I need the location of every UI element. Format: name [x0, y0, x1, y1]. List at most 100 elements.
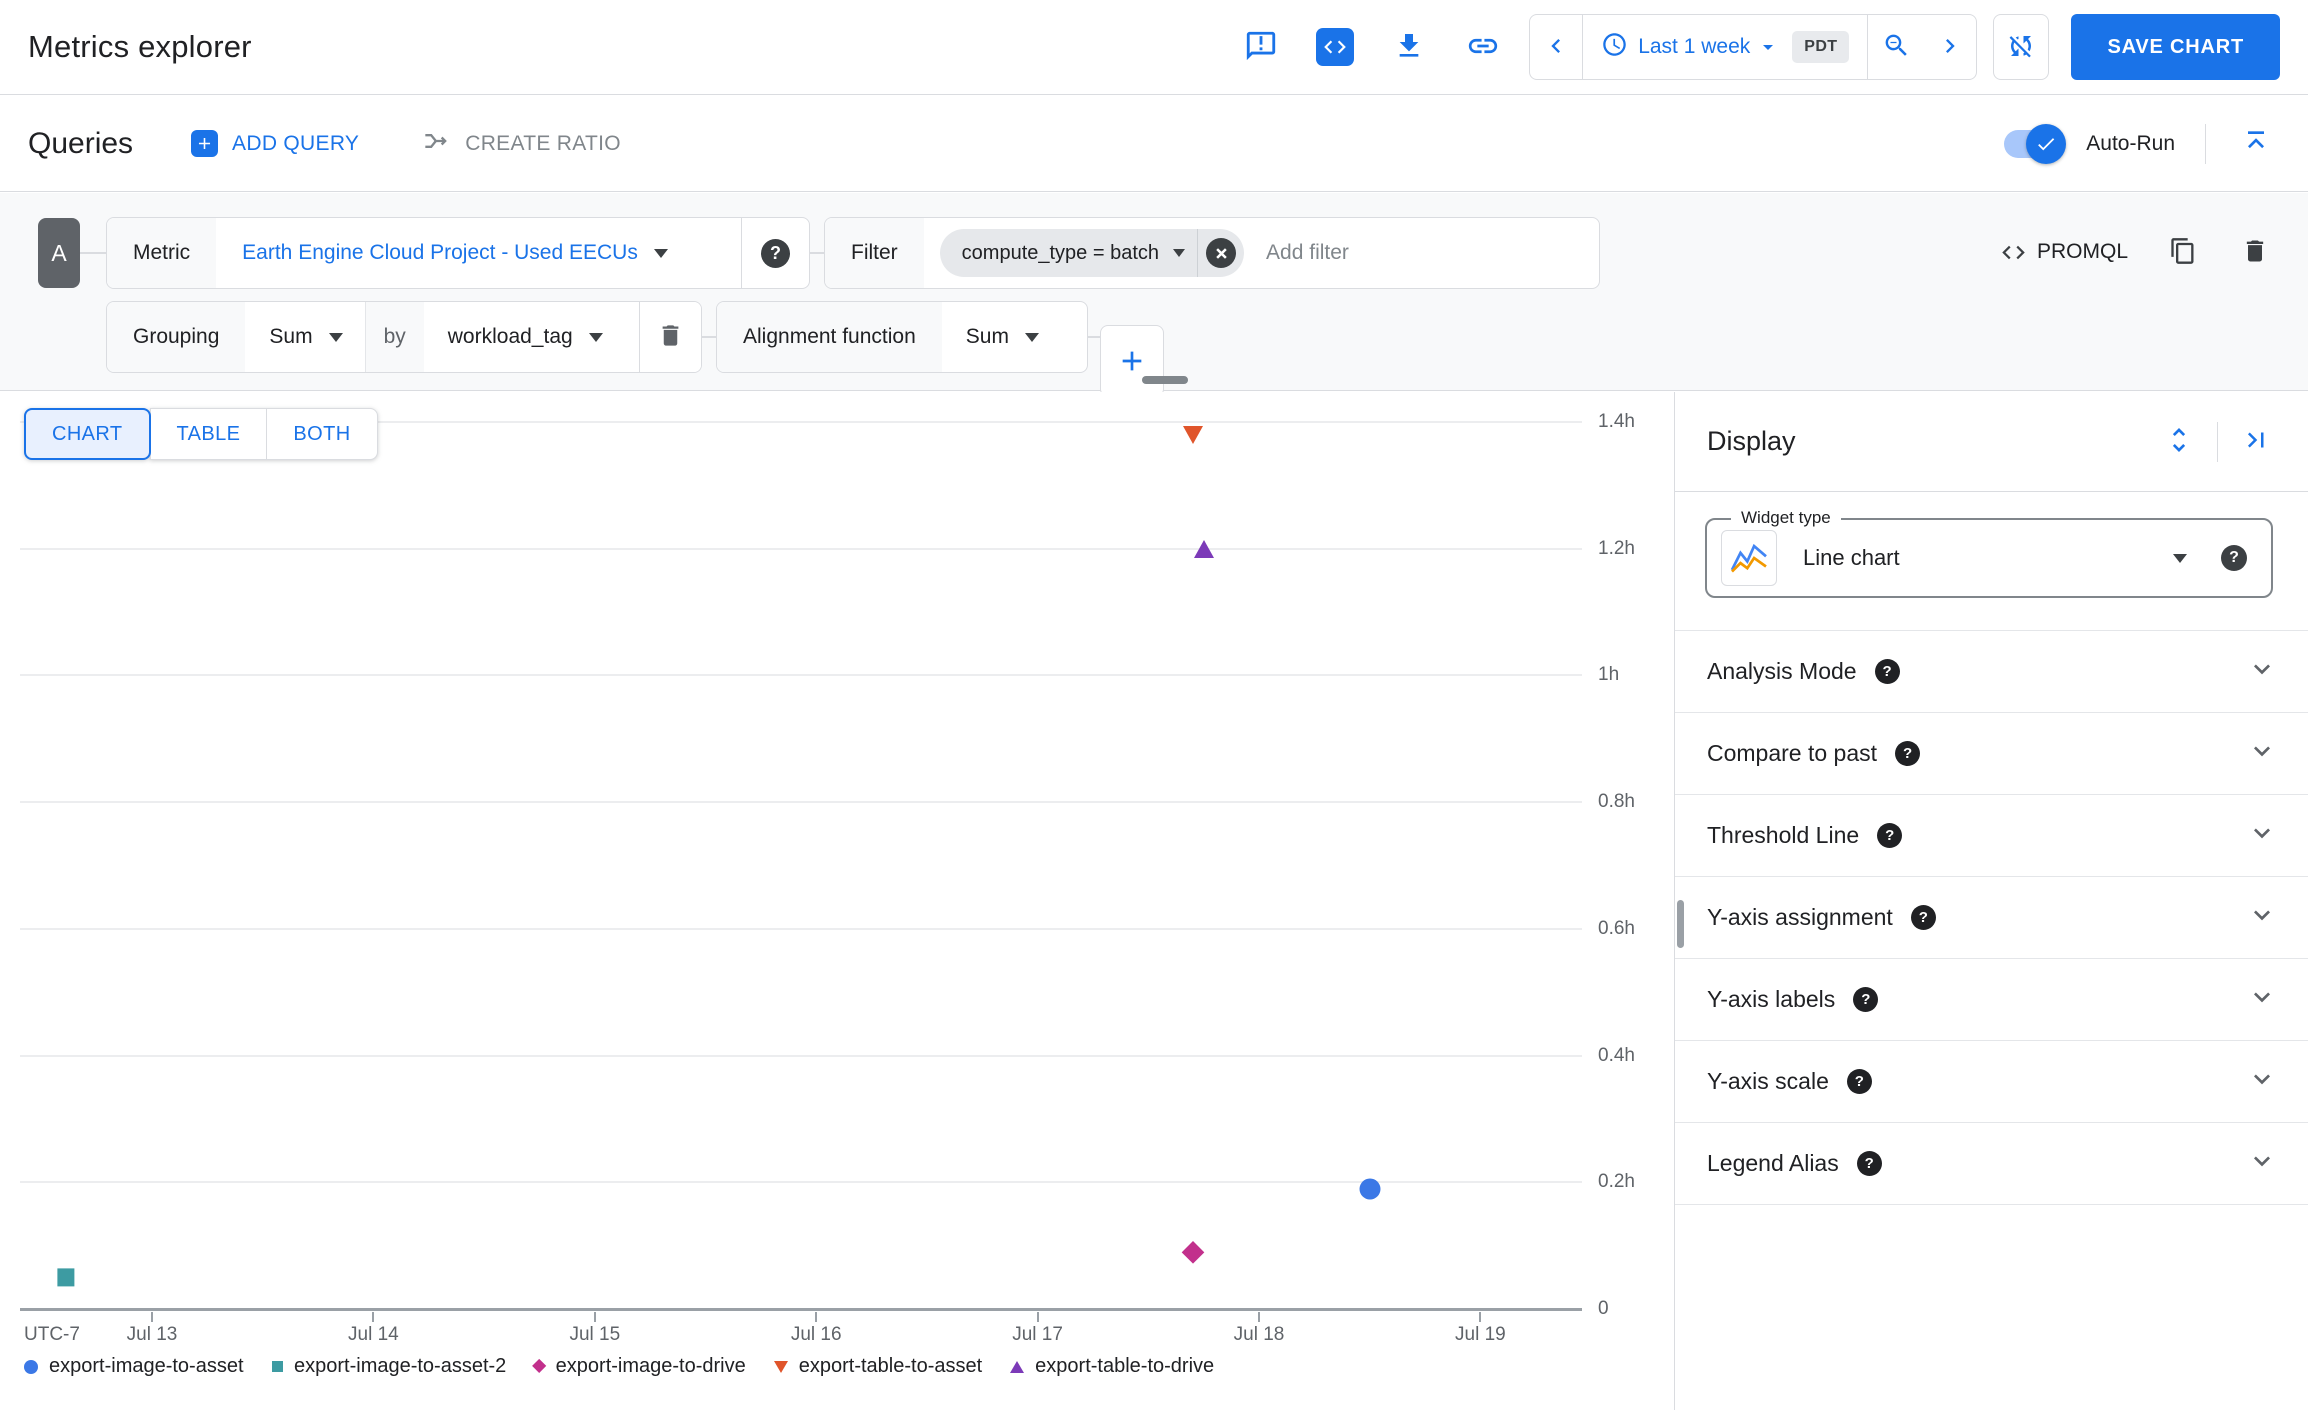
- expand-all-button[interactable]: [2159, 422, 2199, 462]
- auto-run-toggle[interactable]: [2004, 123, 2067, 164]
- save-chart-button[interactable]: SAVE CHART: [2071, 14, 2280, 80]
- legend-label: export-table-to-asset: [798, 1355, 983, 1377]
- chevron-down-icon: [2246, 653, 2278, 690]
- legend-label: export-image-to-asset-2: [294, 1355, 507, 1377]
- x-axis-tick-label: Jul 18: [1233, 1324, 1285, 1345]
- legend-item-export-image-to-drive[interactable]: export-image-to-drive: [532, 1355, 746, 1378]
- add-filter-input[interactable]: [1266, 241, 1599, 265]
- panel-section-compare-to-past[interactable]: Compare to past?: [1675, 712, 2308, 794]
- remove-grouping-button[interactable]: [639, 302, 701, 372]
- time-forward-button[interactable]: [1924, 23, 1976, 71]
- help-icon[interactable]: ?: [1856, 1151, 1882, 1176]
- panel-section-threshold-line[interactable]: Threshold Line?: [1675, 794, 2308, 876]
- view-tab-both[interactable]: BOTH: [266, 408, 378, 460]
- chevron-right-icon: [1936, 32, 1964, 63]
- help-icon[interactable]: ?: [1895, 741, 1921, 766]
- data-point-export-table-to-drive[interactable]: [1193, 539, 1214, 558]
- x-axis-tick: [1036, 1312, 1039, 1322]
- metrics-explorer-app: Metrics explorer Last 1 week PDT SAVE CH…: [0, 0, 2308, 1410]
- panel-section-y-axis-scale[interactable]: Y-axis scale?: [1675, 1040, 2308, 1122]
- queries-bar-right: Auto-Run: [2004, 120, 2280, 168]
- gridline: [20, 801, 1582, 804]
- auto-run-label: Auto-Run: [2086, 131, 2175, 155]
- grouping-field: Grouping Sum by workload_tag: [106, 301, 702, 373]
- display-panel-header-icons: [2159, 421, 2276, 462]
- auto-refresh-off-button[interactable]: [1993, 14, 2050, 80]
- zoom-out-icon: [1882, 31, 1911, 63]
- chart-area: CHART TABLE BOTH 1.4h 1.2h 1h 0.8h 0.6h 0.4h 0.2…: [0, 392, 1674, 1410]
- connector-line: [702, 336, 716, 338]
- grouping-value-dropdown[interactable]: Sum: [269, 325, 312, 349]
- legend-item-export-image-to-asset-2[interactable]: export-image-to-asset-2: [271, 1355, 507, 1378]
- panel-section-label: Y-axis labels: [1707, 986, 1836, 1012]
- time-range-dropdown[interactable]: Last 1 week PDT: [1583, 15, 1867, 79]
- close-icon: [1215, 247, 1227, 259]
- help-icon[interactable]: ?: [2221, 545, 2247, 571]
- chevron-down-icon: [2246, 735, 2278, 772]
- metric-help-segment[interactable]: ?: [741, 218, 809, 288]
- triangle-up-marker: [1193, 539, 1214, 558]
- diamond-marker: [532, 1359, 547, 1374]
- share-link-button[interactable]: [1459, 23, 1507, 71]
- zoom-out-button[interactable]: [1868, 15, 1924, 79]
- divider: [1197, 229, 1199, 277]
- code-editor-button[interactable]: [1311, 23, 1359, 71]
- group-by-dropdown[interactable]: workload_tag: [448, 325, 573, 349]
- create-ratio-label: CREATE RATIO: [465, 131, 621, 155]
- delete-query-button[interactable]: [2238, 235, 2272, 269]
- panel-section-y-axis-labels[interactable]: Y-axis labels?: [1675, 958, 2308, 1040]
- time-back-button[interactable]: [1530, 15, 1582, 79]
- panel-section-analysis-mode[interactable]: Analysis Mode?: [1675, 630, 2308, 712]
- duplicate-query-button[interactable]: [2166, 235, 2200, 269]
- x-axis-tick: [1258, 1312, 1260, 1322]
- help-icon[interactable]: ?: [1910, 905, 1936, 930]
- divider: [2217, 421, 2218, 462]
- filter-field: Filter compute_type = batch: [824, 217, 1600, 289]
- legend-item-export-table-to-drive[interactable]: export-table-to-drive: [1010, 1355, 1214, 1378]
- plus-icon: [1122, 351, 1142, 371]
- download-icon: [1393, 30, 1425, 65]
- help-icon: ?: [761, 238, 790, 268]
- remove-filter-button[interactable]: [1206, 238, 1237, 268]
- panel-section-y-axis-assignment[interactable]: Y-axis assignment?: [1675, 876, 2308, 958]
- legend-item-export-image-to-asset[interactable]: export-image-to-asset: [24, 1355, 244, 1378]
- divider: [1675, 1204, 2308, 1205]
- resize-handle[interactable]: [1142, 376, 1188, 384]
- data-point-export-image-to-drive[interactable]: [1181, 1240, 1204, 1263]
- collapse-panel-button[interactable]: [2236, 422, 2276, 462]
- connector-line: [80, 252, 106, 254]
- help-icon[interactable]: ?: [1877, 823, 1903, 848]
- x-axis-tick-label: Jul 17: [1012, 1324, 1063, 1345]
- triangle-down-marker: [773, 1360, 788, 1373]
- gridline: [20, 1181, 1582, 1184]
- help-icon[interactable]: ?: [1846, 1069, 1872, 1094]
- panel-section-legend-alias[interactable]: Legend Alias?: [1675, 1122, 2308, 1204]
- view-tab-table[interactable]: TABLE: [149, 408, 268, 460]
- create-ratio-button[interactable]: CREATE RATIO: [423, 127, 621, 161]
- help-icon[interactable]: ?: [1874, 659, 1900, 684]
- download-button[interactable]: [1385, 23, 1433, 71]
- data-point-export-image-to-asset[interactable]: [1359, 1178, 1381, 1200]
- time-range-label: Last 1 week: [1638, 35, 1751, 58]
- filter-label: Filter: [825, 218, 924, 288]
- chevron-down-icon: [1024, 332, 1039, 342]
- widget-type-field[interactable]: Widget type Line chart ?: [1705, 508, 2273, 598]
- add-step-button[interactable]: [1100, 325, 1164, 397]
- legend-item-export-table-to-asset[interactable]: export-table-to-asset: [773, 1355, 983, 1378]
- scrollbar-thumb[interactable]: [1677, 900, 1684, 948]
- metric-value-dropdown[interactable]: Earth Engine Cloud Project - Used EECUs: [242, 241, 638, 265]
- data-point-export-table-to-asset[interactable]: [1182, 425, 1203, 444]
- chevron-down-icon: [588, 332, 603, 342]
- filter-chip[interactable]: compute_type = batch: [939, 229, 1245, 277]
- promql-button[interactable]: PROMQL: [2000, 239, 2128, 266]
- data-point-export-image-to-asset-2[interactable]: [57, 1268, 75, 1286]
- view-tab-chart[interactable]: CHART: [24, 408, 151, 460]
- alignment-value-dropdown[interactable]: Sum: [966, 325, 1009, 349]
- timezone-badge[interactable]: PDT: [1792, 31, 1850, 63]
- feedback-button[interactable]: [1237, 23, 1285, 71]
- collapse-queries-button[interactable]: [2232, 120, 2280, 168]
- chevron-down-icon: [2246, 1063, 2278, 1100]
- add-query-button[interactable]: ADD QUERY: [191, 130, 359, 157]
- help-icon[interactable]: ?: [1853, 987, 1879, 1012]
- gridline: [20, 547, 1582, 550]
